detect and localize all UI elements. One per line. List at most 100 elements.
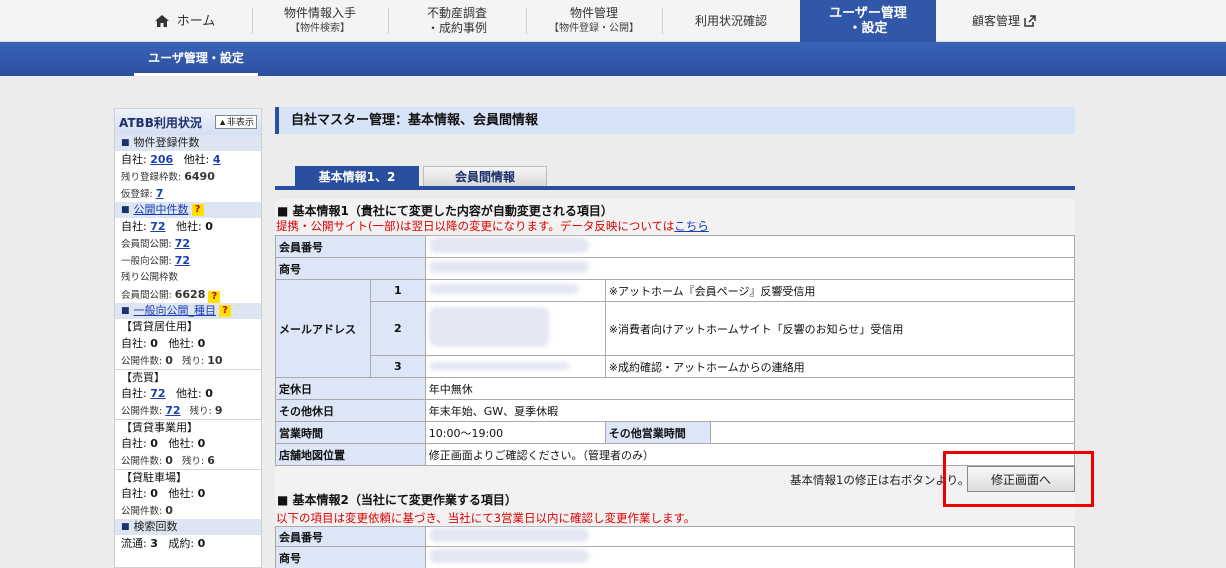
tab-member-info[interactable]: 会員間情報 [423,166,547,186]
member-no-label: 会員番号 [275,235,426,258]
table-row: 3 ※成約確認・アットホームからの連絡用 [276,355,1076,378]
listing-other-link[interactable]: 4 [213,153,221,166]
category-other-value: 0 [197,437,206,450]
other-hours-value [709,421,1076,444]
temp-registration-row: 仮登録: 7 [115,185,261,202]
square-bullet-icon: ■ [121,138,130,148]
nav-realestate-research[interactable]: 不動産調査 ・成約事例 [390,0,524,42]
temp-registration-label: 仮登録: [121,189,153,200]
member-public-link[interactable]: 72 [175,237,190,250]
nav-customer-management-label: 顧客管理 [971,13,1020,28]
public-count-label: 公開件数: [121,456,163,467]
flow-value: 3 [150,537,158,550]
public-types-link[interactable]: 一般向公開_種目 [134,303,217,319]
email-purpose: ※成約確認・アットホームからの連絡用 [604,355,1076,378]
flow-label: 流通: [121,537,147,550]
category-other-value: 0 [197,487,206,500]
help-icon[interactable]: ? [219,305,232,317]
redacted-value [428,528,589,542]
sidebar-title: ATBB利用状況 [119,115,202,130]
help-icon[interactable]: ? [208,291,221,303]
listing-count-header: ■ 物件登録件数 [115,135,261,151]
public-types-header: ■ 一般向公開_種目? [115,303,261,319]
search-count-header: ■ 検索回数 [115,519,261,535]
category-own-link[interactable]: 72 [150,387,165,400]
category-counts-row: 自社: 0 他社: 0 [115,335,261,352]
section2-note: 以下の項目は変更依頼に基づき、当社にて3営業日以内に確認し変更作業します。 [276,511,696,525]
basic-info-1-table: 会員番号 商号 メールアドレス 1 ※アットホーム『会員ページ』反響受信用 2 … [275,235,1076,466]
public-count-link[interactable]: 公開中件数 [134,202,189,218]
general-public-row: 一般向公開: 72 [115,252,261,269]
remaining-public-label: 残り公開枠数 [121,272,179,283]
category-public-value: 0 [165,454,173,467]
other-hours-label: その他営業時間 [604,421,711,444]
email-address-value [424,301,606,356]
member-no-value [424,235,1076,258]
sidebar-header: ATBB利用状況 ▲非表示 [115,109,261,135]
nav-home-label: ホーム [176,13,216,29]
listing-own-link[interactable]: 206 [150,153,173,166]
nav-property-management[interactable]: 物件管理 【物件登録・公開】 [528,0,660,42]
remaining-listing-row: 残り登録枠数: 6490 [115,168,261,185]
other-label: 他社: [168,487,195,500]
sidebar-hide-button[interactable]: ▲非表示 [215,115,257,129]
category-public-link[interactable]: 72 [165,404,180,417]
section2-title: ■ 基本情報2（当社にて変更作業する項目） [277,493,517,507]
table-row: 2 ※消費者向けアットホームサイト「反響のお知らせ」受信用 [276,301,1076,356]
redacted-value [428,284,579,294]
table-row: 商号 [275,257,1076,280]
tab-basic-info[interactable]: 基本情報1、2 [295,166,419,186]
nav-realestate-research-line2: ・成約事例 [426,21,487,35]
nav-user-management[interactable]: ユーザー管理 ・設定 [800,0,936,42]
nav-property-management-line2: 【物件登録・公開】 [549,23,639,34]
highlight-box [943,451,1094,507]
data-reflection-link[interactable]: こちら [674,219,709,233]
general-public-label: 一般向公開: [121,256,172,267]
member-remaining-label: 会員間公開: [121,290,172,301]
square-bullet-icon: ■ [121,306,130,316]
nav-property-search-line1: 物件情報入手 [283,6,356,20]
nav-usage-status[interactable]: 利用状況確認 [664,0,798,42]
other-holiday-value: 年末年始、GW、夏季休暇 [424,399,1076,422]
general-public-link[interactable]: 72 [175,254,190,267]
member-public-label: 会員間公開: [121,239,172,250]
own-label: 自社: [121,337,147,350]
category-own-value: 0 [150,337,158,350]
trade-name-value [424,546,1076,568]
remaining-label: 残り: [181,356,205,367]
search-count-row: 流通: 3 成約: 0 [115,535,261,552]
nav-property-search[interactable]: 物件情報入手 【物件検索】 [254,0,386,42]
email-address-value [424,355,606,378]
redacted-value [428,362,569,370]
subnav-user-settings-tab[interactable]: ユーザ管理・設定 [134,42,258,76]
own-label: 自社: [121,387,147,400]
public-count-header: ■ 公開中件数? [115,202,261,218]
email-number: 1 [369,279,426,302]
email-label: メールアドレス [275,279,371,378]
help-icon[interactable]: ? [191,204,204,216]
other-label: 他社: [176,220,202,233]
section1-note: 提携・公開サイト(一部)は翌日以降の変更になります。データ反映についてはこちら [276,218,709,234]
home-icon [154,15,169,27]
section1-title: ■ 基本情報1（貴社にて変更した内容が自動変更される項目） [277,204,613,218]
public-count-row: 自社: 72 他社: 0 [115,218,261,235]
category-title: 【賃貸事業用】 [115,419,261,435]
other-label: 他社: [183,153,210,166]
public-count-label: 公開件数: [121,356,163,367]
basic-info-2-table: 会員番号 商号 [275,526,1076,568]
temp-registration-link[interactable]: 7 [156,187,164,200]
nav-divider [252,8,253,34]
other-label: 他社: [168,337,195,350]
nav-home[interactable]: ホーム [120,0,250,42]
holiday-value: 年中無休 [424,377,1076,400]
square-bullet-icon: ■ [121,522,130,532]
table-row: 会員番号 [275,526,1076,547]
category-own-value: 0 [150,437,158,450]
own-label: 自社: [121,153,147,166]
public-own-link[interactable]: 72 [150,220,165,233]
remaining-label: 残り: [181,456,205,467]
nav-customer-management[interactable]: 顧客管理 [938,0,1070,42]
nav-divider [662,8,663,34]
table-row: メールアドレス 1 ※アットホーム『会員ページ』反響受信用 [275,279,1076,378]
category-title: 【貸駐車場】 [115,469,261,485]
